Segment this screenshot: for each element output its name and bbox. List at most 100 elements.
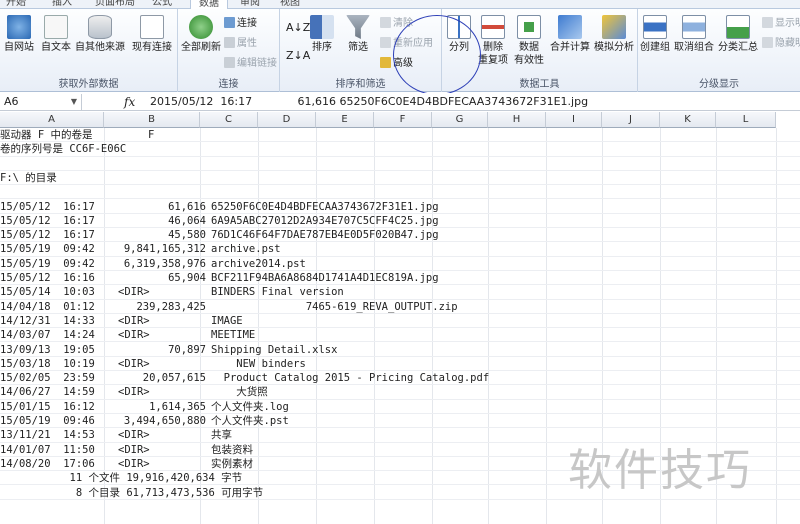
- cell-a[interactable]: 15/01/15 16:12: [0, 400, 95, 414]
- properties-button[interactable]: 属性: [224, 37, 257, 51]
- cell-b[interactable]: 9,841,165,312: [124, 242, 206, 256]
- cell-c[interactable]: BINDERS Final version: [211, 285, 344, 299]
- cell-a[interactable]: 14/12/31 14:33: [0, 314, 95, 328]
- cell-a[interactable]: 14/04/18 01:12: [0, 300, 95, 314]
- column-header-j[interactable]: J: [602, 112, 660, 128]
- tab-page-layout[interactable]: 页面布局: [95, 0, 135, 9]
- cell-c[interactable]: IMAGE: [211, 314, 243, 328]
- column-header-c[interactable]: C: [200, 112, 258, 128]
- cell-a[interactable]: 15/05/19 09:46: [0, 414, 95, 428]
- column-header-e[interactable]: E: [316, 112, 374, 128]
- cell-b[interactable]: F: [148, 128, 154, 142]
- filter-button[interactable]: 筛选: [342, 15, 374, 54]
- cell-c[interactable]: Shipping Detail.xlsx: [211, 343, 337, 357]
- insert-function-icon[interactable]: fx: [124, 94, 135, 110]
- column-header-l[interactable]: L: [716, 112, 776, 128]
- cell-a[interactable]: F:\ 的目录: [0, 171, 57, 185]
- cell-a[interactable]: 15/05/12 16:17: [0, 214, 95, 228]
- tab-home[interactable]: 开始: [6, 0, 26, 9]
- existing-connections-button[interactable]: 现有连接: [128, 15, 176, 54]
- cell-c[interactable]: 包装资料: [211, 443, 253, 457]
- cell-b[interactable]: <DIR>: [118, 428, 150, 442]
- edit-links-button[interactable]: 编辑链接: [224, 57, 277, 71]
- refresh-all-button[interactable]: 全部刷新: [180, 15, 222, 54]
- cell-a[interactable]: 15/03/18 10:19: [0, 357, 95, 371]
- cell-b[interactable]: 3,494,650,880: [124, 414, 206, 428]
- cell-c[interactable]: 共享: [211, 428, 232, 442]
- cell-a[interactable]: 14/03/07 14:24: [0, 328, 95, 342]
- cell-b[interactable]: 61,616: [168, 200, 206, 214]
- column-header-k[interactable]: K: [660, 112, 716, 128]
- from-web-button[interactable]: 自网站: [0, 15, 38, 54]
- column-header-a[interactable]: A: [0, 112, 104, 128]
- cell-b[interactable]: 20,057,615: [143, 371, 206, 385]
- column-header-h[interactable]: H: [488, 112, 546, 128]
- formula-input[interactable]: 2015/05/12 16:17 61,616 65250F6C0E4D4BDF…: [150, 94, 588, 110]
- remove-duplicates-button[interactable]: 删除 重复项: [476, 15, 510, 67]
- cell-c[interactable]: MEETIME: [211, 328, 255, 342]
- sort-button[interactable]: 排序: [306, 15, 338, 54]
- consolidate-button[interactable]: 合并计算: [548, 15, 592, 54]
- cell-b[interactable]: <DIR>: [118, 457, 150, 471]
- column-header-g[interactable]: G: [432, 112, 488, 128]
- cell-a[interactable]: 15/05/19 09:42: [0, 242, 95, 256]
- cell-b[interactable]: <DIR>: [118, 314, 150, 328]
- tab-insert[interactable]: 插入: [52, 0, 72, 9]
- cell-a[interactable]: 卷的序列号是 CC6F-E06C: [0, 142, 126, 156]
- column-header-d[interactable]: D: [258, 112, 316, 128]
- cell-b[interactable]: <DIR>: [118, 357, 150, 371]
- cell-c[interactable]: 大货照: [211, 385, 268, 399]
- cell-b[interactable]: 6,319,358,976: [124, 257, 206, 271]
- cell-a[interactable]: 11 个文件 19,916,420,634 字节: [0, 471, 243, 485]
- from-text-button[interactable]: 自文本: [38, 15, 74, 54]
- show-detail-button[interactable]: 显示明: [762, 17, 800, 31]
- cell-a[interactable]: 15/05/12 16:16: [0, 271, 95, 285]
- cell-a[interactable]: 15/05/14 10:03: [0, 285, 95, 299]
- tab-view[interactable]: 视图: [280, 0, 300, 9]
- cell-b[interactable]: <DIR>: [118, 328, 150, 342]
- what-if-analysis-button[interactable]: 模拟分析: [592, 15, 636, 54]
- cell-c[interactable]: 7465-619_REVA_OUTPUT.zip: [211, 300, 458, 314]
- cell-a[interactable]: 13/11/21 14:53: [0, 428, 95, 442]
- cell-c[interactable]: archive2014.pst: [211, 257, 306, 271]
- cell-c[interactable]: 76D1C46F64F7DAE787EB4E0D5F020B47.jpg: [211, 228, 439, 242]
- cell-c[interactable]: Product Catalog 2015 - Pricing Catalog.p…: [211, 371, 490, 385]
- chevron-down-icon[interactable]: ▼: [71, 94, 77, 110]
- cell-a[interactable]: 15/05/12 16:17: [0, 200, 95, 214]
- cell-a[interactable]: 8 个目录 61,713,473,536 可用字节: [0, 486, 263, 500]
- cell-c[interactable]: 实例素材: [211, 457, 253, 471]
- cell-c[interactable]: 6A9A5ABC27012D2A934E707C5CFF4C25.jpg: [211, 214, 439, 228]
- cell-a[interactable]: 15/05/19 09:42: [0, 257, 95, 271]
- cell-b[interactable]: 45,580: [168, 228, 206, 242]
- cell-a[interactable]: 15/02/05 23:59: [0, 371, 95, 385]
- cell-b[interactable]: <DIR>: [118, 285, 150, 299]
- cell-b[interactable]: 46,064: [168, 214, 206, 228]
- tab-formulas[interactable]: 公式: [152, 0, 172, 9]
- cell-c[interactable]: NEW binders: [211, 357, 306, 371]
- cell-b[interactable]: <DIR>: [118, 385, 150, 399]
- cell-b[interactable]: <DIR>: [118, 443, 150, 457]
- cell-a[interactable]: 13/09/13 19:05: [0, 343, 95, 357]
- column-header-b[interactable]: B: [104, 112, 200, 128]
- cell-c[interactable]: 个人文件夹.pst: [211, 414, 289, 428]
- ungroup-button[interactable]: 取消组合: [672, 15, 716, 54]
- cell-b[interactable]: 65,904: [168, 271, 206, 285]
- cell-a[interactable]: 15/05/12 16:17: [0, 228, 95, 242]
- cell-a[interactable]: 驱动器 F 中的卷是: [0, 128, 92, 142]
- cell-b[interactable]: 1,614,365: [149, 400, 206, 414]
- data-validation-button[interactable]: 数据 有效性: [512, 15, 546, 67]
- hide-detail-button[interactable]: 隐藏明: [762, 37, 800, 51]
- cell-c[interactable]: BCF211F94BA6A8684D1741A4D1EC819A.jpg: [211, 271, 439, 285]
- column-header-i[interactable]: I: [546, 112, 602, 128]
- cell-a[interactable]: 14/06/27 14:59: [0, 385, 95, 399]
- cell-b[interactable]: 70,897: [168, 343, 206, 357]
- cell-c[interactable]: 65250F6C0E4D4BDFECAA3743672F31E1.jpg: [211, 200, 439, 214]
- cell-b[interactable]: 239,283,425: [136, 300, 206, 314]
- tab-review[interactable]: 审阅: [240, 0, 260, 9]
- tab-data[interactable]: 数据: [190, 0, 228, 9]
- connections-button[interactable]: 连接: [224, 17, 257, 31]
- column-header-f[interactable]: F: [374, 112, 432, 128]
- cell-a[interactable]: 14/08/20 17:06: [0, 457, 95, 471]
- group-button[interactable]: 创建组: [638, 15, 672, 54]
- cell-a[interactable]: 14/01/07 11:50: [0, 443, 95, 457]
